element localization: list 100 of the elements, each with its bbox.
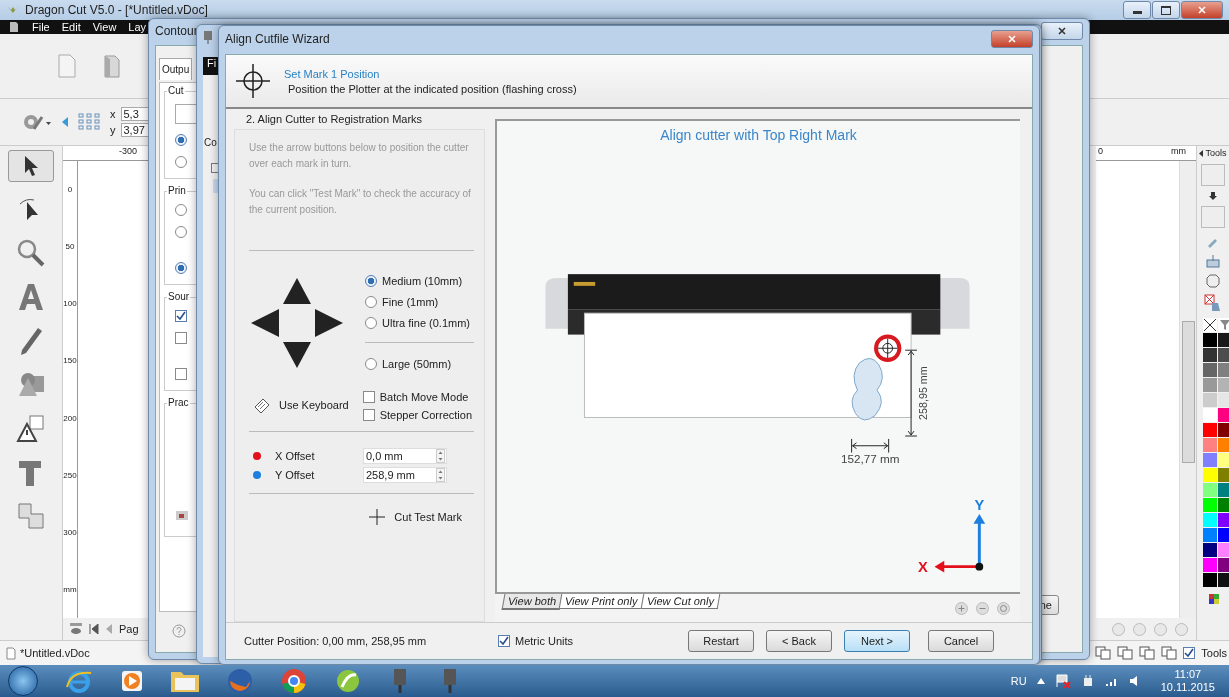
color-swatch[interactable] (1202, 423, 1217, 437)
offset-spin-field[interactable]: 258,9 mm (363, 467, 447, 483)
radio-button[interactable] (175, 204, 187, 216)
octagon-icon[interactable] (1206, 274, 1220, 288)
select-arrow-tool[interactable] (8, 150, 54, 182)
color-swatch[interactable] (1202, 468, 1217, 482)
radio-button[interactable] (175, 134, 187, 146)
zoom-out-icon[interactable] (976, 602, 989, 615)
checkbox[interactable] (175, 368, 187, 380)
color-swatch[interactable] (1202, 363, 1217, 377)
checkbox[interactable] (1183, 647, 1196, 659)
color-swatch[interactable] (1217, 528, 1229, 542)
magnifier-tool[interactable] (16, 238, 46, 268)
folder-icon[interactable] (170, 669, 200, 693)
color-swatch[interactable] (1217, 438, 1229, 452)
pencil-tool[interactable] (18, 326, 44, 356)
color-swatch[interactable] (1202, 483, 1217, 497)
start-button[interactable] (8, 666, 38, 696)
blocks-tool[interactable] (17, 502, 45, 530)
color-swatch[interactable] (1217, 453, 1229, 467)
menu-item[interactable]: Edit (61, 21, 81, 33)
color-swatch[interactable] (1202, 558, 1217, 572)
help-icon[interactable] (172, 624, 186, 638)
color-swatch[interactable] (1217, 513, 1229, 527)
zoom-fit-icon[interactable] (997, 602, 1010, 615)
coordinate-field[interactable]: 5,3 (120, 107, 149, 121)
color-swatch[interactable] (1217, 498, 1229, 512)
view-tab[interactable]: View Cut only (640, 594, 721, 609)
leaf-app-icon[interactable] (334, 667, 362, 695)
left-arrow-button[interactable] (251, 309, 279, 337)
color-swatch[interactable] (1202, 513, 1217, 527)
menu-item[interactable]: File (32, 21, 50, 33)
color-swatch[interactable] (1217, 558, 1229, 572)
text-a-tool[interactable] (17, 282, 45, 312)
color-swatch[interactable] (1217, 348, 1229, 362)
radio-button[interactable] (365, 358, 377, 370)
clock[interactable]: 11:07 10.11.2015 (1160, 668, 1215, 694)
color-swatch[interactable] (1217, 483, 1229, 497)
color-swatch[interactable] (1202, 393, 1217, 407)
zoom-in-icon[interactable] (955, 602, 968, 615)
menu-item[interactable]: View (92, 21, 117, 33)
button[interactable]: Cancel (928, 630, 994, 652)
previous-page-icon[interactable] (105, 624, 113, 634)
document-tab[interactable]: *Untitled.vDoc (6, 646, 90, 660)
offset-spin-field[interactable]: 0,0 mm (363, 448, 447, 464)
up-arrow-button[interactable] (283, 278, 311, 304)
stroke-swatch[interactable] (1201, 206, 1225, 228)
anchor-grid-icon[interactable] (78, 113, 100, 131)
color-swatch[interactable] (1202, 543, 1217, 557)
color-swatch[interactable] (1217, 573, 1229, 587)
checkbox[interactable] (362, 409, 375, 421)
tab[interactable]: Co (204, 137, 217, 148)
color-swatch[interactable] (1202, 333, 1217, 347)
arrange-icon[interactable] (1095, 646, 1112, 660)
menu-item[interactable]: Lay (128, 21, 147, 33)
spin-arrows-icon[interactable] (436, 468, 445, 482)
color-swatch[interactable] (1217, 408, 1229, 422)
eye-icon[interactable] (69, 623, 83, 635)
arrange-icon[interactable] (1117, 646, 1134, 660)
down-arrow-button[interactable] (283, 342, 311, 368)
radio-button[interactable] (365, 296, 377, 308)
tray-icon[interactable] (1206, 254, 1220, 268)
close-button[interactable] (1041, 22, 1083, 40)
tab[interactable]: Outpu (159, 58, 193, 80)
color-swatch[interactable] (1217, 468, 1229, 482)
arrange-icon[interactable] (1139, 646, 1156, 660)
radio-button[interactable] (175, 156, 187, 168)
color-swatch[interactable] (1202, 438, 1217, 452)
color-swatch[interactable] (1217, 363, 1229, 377)
color-swatch[interactable] (1217, 333, 1229, 347)
checkbox[interactable] (498, 635, 510, 647)
radio-button[interactable] (175, 226, 187, 238)
no-fill-bucket-icon[interactable] (1204, 294, 1222, 312)
color-swatch[interactable] (1202, 498, 1217, 512)
minimize-button[interactable] (1123, 1, 1151, 19)
color-swatch[interactable] (1217, 393, 1229, 407)
checkbox[interactable] (175, 332, 187, 344)
view-tab[interactable]: View both (501, 594, 563, 610)
default-button[interactable]: Next > (844, 630, 910, 652)
view-tab[interactable]: View Print only (558, 594, 644, 609)
button[interactable]: < Back (766, 630, 832, 652)
color-swatch[interactable] (1202, 528, 1217, 542)
first-page-icon[interactable] (89, 624, 99, 634)
color-swatch[interactable] (1217, 423, 1229, 437)
left-arrow-icon[interactable] (62, 117, 68, 127)
cut-test-mark-button[interactable]: Cut Test Mark (368, 508, 462, 526)
restore-button[interactable] (1152, 1, 1180, 19)
color-swatch[interactable] (1202, 453, 1217, 467)
warning-sign-tool[interactable] (16, 414, 46, 444)
checkbox[interactable] (175, 310, 187, 322)
flag-icon[interactable] (1054, 674, 1071, 688)
spin-arrows-icon[interactable] (436, 449, 445, 463)
coordinate-field[interactable]: 3,97 (120, 123, 149, 137)
round-browser-icon[interactable] (280, 667, 308, 695)
color-swatch[interactable] (1217, 378, 1229, 392)
close-button[interactable] (991, 30, 1033, 48)
up-caret-icon[interactable] (1036, 678, 1045, 684)
button[interactable]: Restart (688, 630, 754, 652)
radio-button[interactable] (175, 262, 187, 274)
use-keyboard-button[interactable]: Use Keyboard (253, 397, 349, 413)
